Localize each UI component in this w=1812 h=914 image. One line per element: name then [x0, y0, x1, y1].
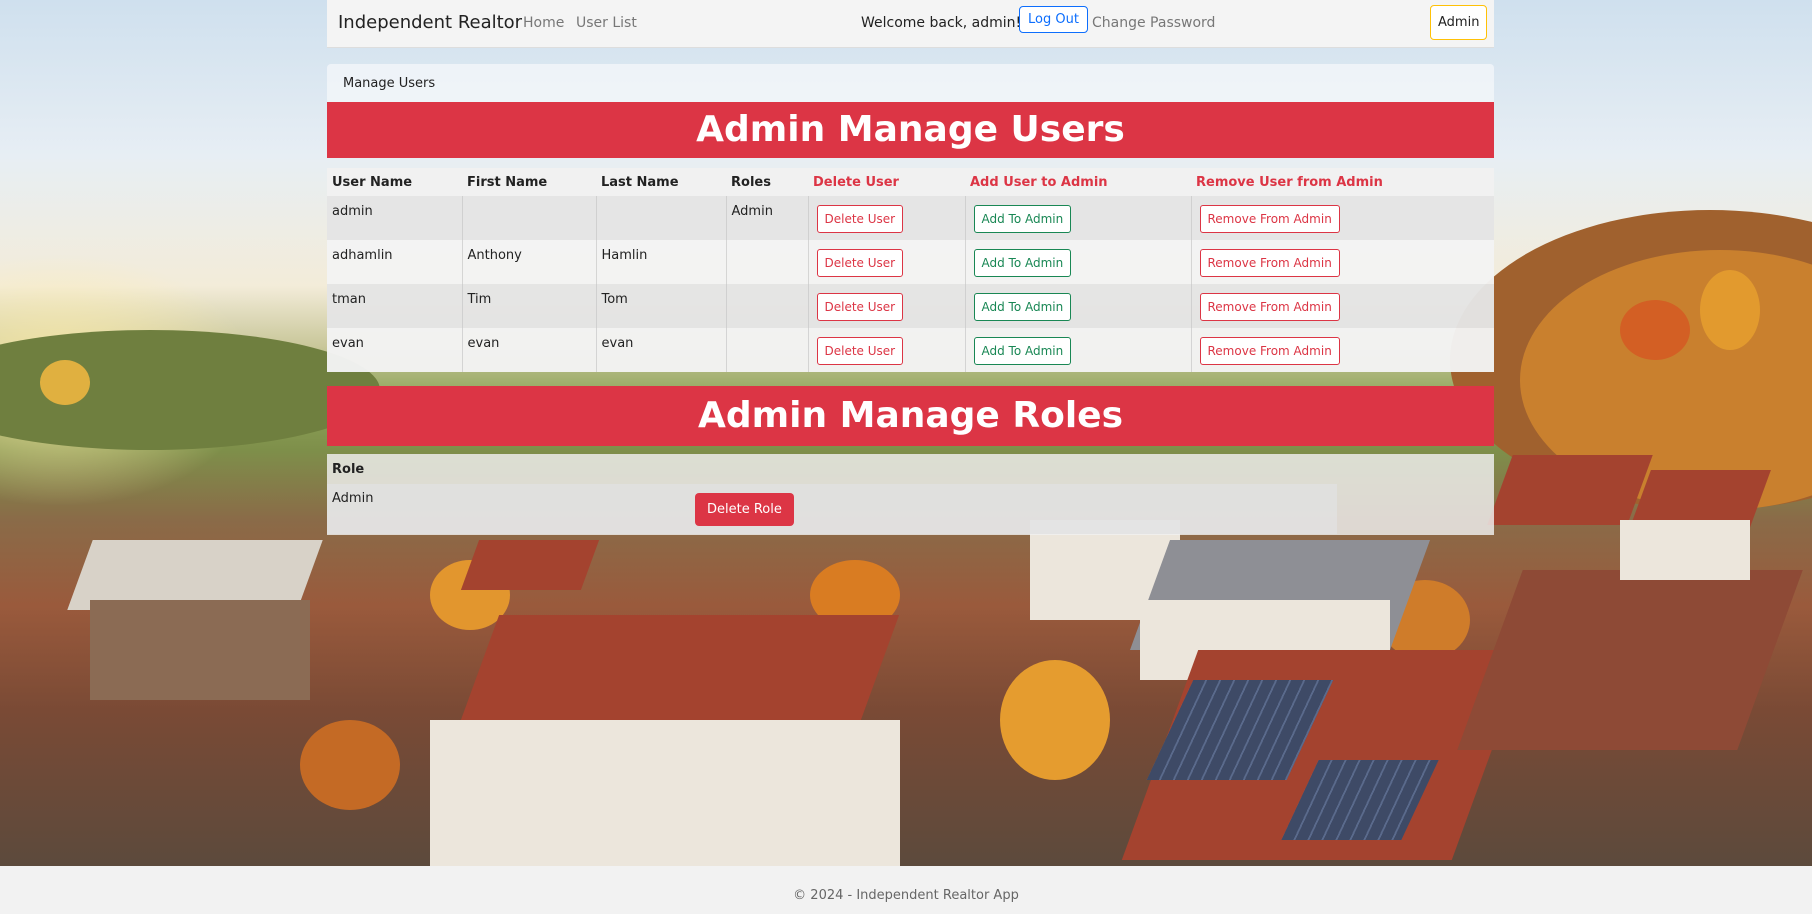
cell-first-name: Anthony [462, 240, 597, 284]
delete-role-button[interactable]: Delete Role [695, 493, 794, 526]
navbar: Independent Realtor Home User List Welco… [327, 0, 1494, 48]
cell-roles [726, 328, 809, 372]
admin-button[interactable]: Admin [1430, 5, 1488, 40]
col-header-remove-admin: Remove User from Admin [1191, 168, 1494, 196]
add-to-admin-button[interactable]: Add To Admin [973, 249, 1072, 277]
add-to-admin-button[interactable]: Add To Admin [973, 205, 1072, 233]
cell-last-name: Hamlin [596, 240, 727, 284]
cell-last-name: Tom [596, 284, 727, 328]
add-to-admin-button[interactable]: Add To Admin [973, 293, 1072, 321]
col-header-username: User Name [327, 168, 462, 196]
cell-username: adhamlin [327, 240, 463, 284]
remove-from-admin-button[interactable]: Remove From Admin [1199, 293, 1340, 321]
cell-username: evan [327, 328, 463, 372]
roles-table: Role Admin Delete Role [327, 454, 1494, 535]
delete-user-button[interactable]: Delete User [816, 249, 904, 277]
cell-last-name: evan [596, 328, 727, 372]
col-header-role: Role [332, 462, 365, 477]
change-password-link[interactable]: Change Password [1092, 15, 1215, 31]
cell-last-name [596, 196, 727, 240]
nav-link-home[interactable]: Home [523, 15, 564, 31]
cell-role-name: Admin [332, 491, 374, 506]
nav-link-user-list[interactable]: User List [576, 15, 637, 31]
cell-roles [726, 284, 809, 328]
table-row: tman Tim Tom Delete User Add To Admin Re… [327, 284, 1494, 328]
cell-first-name [462, 196, 597, 240]
breadcrumb: Manage Users [327, 64, 1494, 102]
footer-copyright: © 2024 - Independent Realtor App [0, 866, 1812, 914]
users-table: User Name First Name Last Name Roles Del… [327, 168, 1494, 372]
col-header-last-name: Last Name [596, 168, 726, 196]
table-row: adhamlin Anthony Hamlin Delete User Add … [327, 240, 1494, 284]
remove-from-admin-button[interactable]: Remove From Admin [1199, 337, 1340, 365]
remove-from-admin-button[interactable]: Remove From Admin [1199, 205, 1340, 233]
col-header-add-admin: Add User to Admin [965, 168, 1191, 196]
delete-user-button[interactable]: Delete User [816, 337, 904, 365]
table-row: admin Admin Delete User Add To Admin Rem… [327, 196, 1494, 240]
users-table-header: User Name First Name Last Name Roles Del… [327, 168, 1494, 196]
table-row: evan evan evan Delete User Add To Admin … [327, 328, 1494, 372]
col-header-first-name: First Name [462, 168, 596, 196]
delete-user-button[interactable]: Delete User [816, 293, 904, 321]
col-header-roles: Roles [726, 168, 808, 196]
remove-from-admin-button[interactable]: Remove From Admin [1199, 249, 1340, 277]
cell-username: tman [327, 284, 463, 328]
roles-section-title: Admin Manage Roles [327, 386, 1494, 446]
delete-user-button[interactable]: Delete User [816, 205, 904, 233]
cell-first-name: evan [462, 328, 597, 372]
users-section-title: Admin Manage Users [327, 102, 1494, 158]
add-to-admin-button[interactable]: Add To Admin [973, 337, 1072, 365]
logout-button[interactable]: Log Out [1019, 6, 1088, 33]
cell-roles: Admin [726, 196, 809, 240]
brand-link[interactable]: Independent Realtor [338, 12, 522, 33]
table-row [327, 484, 1337, 534]
col-header-delete-user: Delete User [808, 168, 965, 196]
welcome-text: Welcome back, admin! [861, 15, 1022, 31]
cell-username: admin [327, 196, 463, 240]
cell-roles [726, 240, 809, 284]
cell-first-name: Tim [462, 284, 597, 328]
